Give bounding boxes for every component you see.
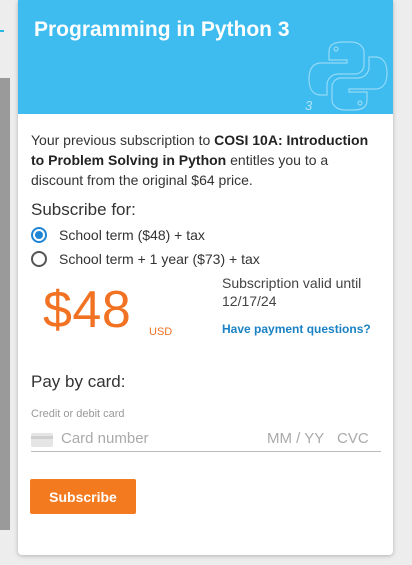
discount-notice: Your previous subscription to COSI 10A: … [31, 130, 381, 190]
radio-button[interactable] [31, 251, 47, 267]
background-page-strip [0, 0, 10, 565]
price-amount: $48 [43, 281, 132, 339]
background-band [0, 78, 10, 530]
notice-prefix: Your previous subscription to [31, 132, 215, 148]
subscribe-heading: Subscribe for: [31, 200, 136, 219]
option-label: School term + 1 year ($73) + tax [59, 251, 260, 267]
subscription-card: Programming in Python 3 3 Your previous … [18, 0, 393, 555]
card-input-group [31, 427, 381, 452]
subscription-validity: Subscription valid until 12/17/24 [222, 275, 362, 309]
pay-by-card-heading: Pay by card: [31, 372, 126, 391]
credit-card-icon [31, 433, 53, 447]
card-header: Programming in Python 3 3 [18, 0, 393, 114]
subscribe-button[interactable]: Subscribe [30, 479, 136, 514]
price-currency: USD [149, 326, 173, 338]
card-number-input[interactable] [61, 430, 241, 447]
option-label: School term ($48) + tax [59, 227, 205, 243]
card-expiry-input[interactable] [267, 430, 331, 447]
card-cvc-input[interactable] [337, 430, 377, 447]
card-field-label: Credit or debit card [31, 408, 125, 420]
python-logo-icon: 3 [305, 41, 388, 113]
payment-questions-link[interactable]: Have payment questions? [222, 322, 371, 336]
radio-button-selected[interactable] [31, 227, 47, 243]
page-title: Programming in Python 3 [34, 18, 290, 41]
logo-digit: 3 [305, 98, 313, 113]
background-tick [0, 30, 4, 32]
option-school-term[interactable]: School term ($48) + tax [31, 227, 205, 243]
option-school-term-plus-year[interactable]: School term + 1 year ($73) + tax [31, 251, 260, 267]
